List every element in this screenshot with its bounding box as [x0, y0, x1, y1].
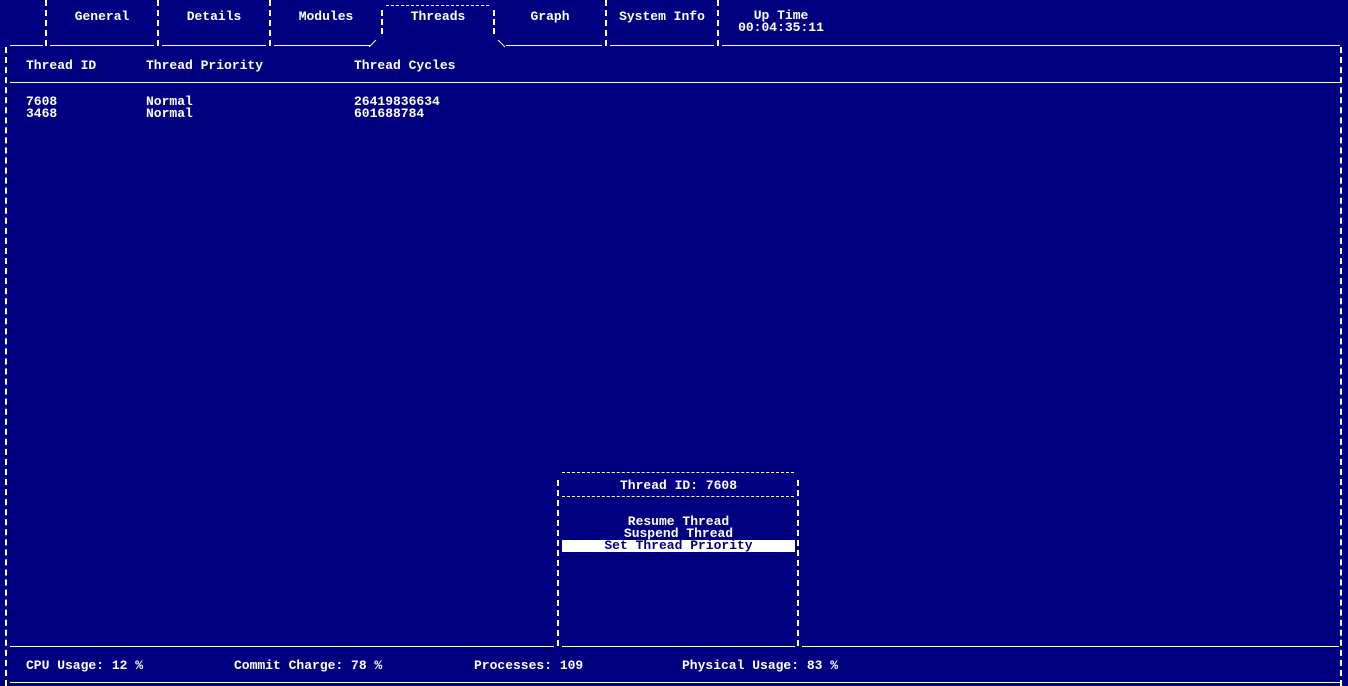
status-bottom-divider: [10, 682, 1340, 683]
tab-separator: [269, 0, 271, 46]
tab-underline: [274, 45, 370, 46]
tab-underline: [162, 45, 266, 46]
processes-status: Processes: 109: [474, 658, 584, 673]
tab-separator: [493, 10, 495, 34]
header-divider: [10, 82, 1340, 83]
status-top-divider: [10, 646, 554, 647]
tab-separator: [45, 0, 47, 46]
thread-priority-cell: Normal: [146, 106, 193, 121]
tab-graph[interactable]: Graph: [496, 10, 604, 24]
column-header-thread-cycles[interactable]: Thread Cycles: [354, 58, 455, 73]
physical-usage-status: Physical Usage: 83 %: [682, 658, 839, 673]
tab-details[interactable]: Details: [160, 10, 268, 24]
tab-separator: [157, 0, 159, 46]
tab-corner: [368, 37, 378, 48]
menu-item-set-thread-priority[interactable]: Set Thread Priority: [562, 539, 795, 552]
popup-title-divider: [562, 496, 794, 497]
uptime-value: 00:04:35:11: [738, 20, 824, 35]
tab-separator: [381, 10, 383, 34]
status-top-divider: [562, 646, 795, 647]
tab-underline: [50, 45, 154, 46]
column-header-thread-id[interactable]: Thread ID: [26, 58, 96, 73]
popup-left-border: [557, 480, 559, 646]
cpu-usage-status: CPU Usage: 12 %: [26, 658, 144, 673]
tab-separator: [605, 0, 607, 46]
popup-title: Thread ID: 7608: [619, 478, 738, 493]
column-header-thread-priority[interactable]: Thread Priority: [146, 58, 263, 73]
status-top-divider: [802, 646, 1339, 647]
active-tab-top-border: [386, 5, 489, 6]
tab-underline: [10, 45, 43, 46]
tab-separator: [717, 0, 719, 46]
tab-modules[interactable]: Modules: [272, 10, 380, 24]
tab-threads[interactable]: Threads: [384, 10, 492, 24]
tab-underline: [506, 45, 602, 46]
tab-underline: [610, 45, 714, 46]
thread-id-cell: 3468: [26, 106, 58, 121]
tab-system-info[interactable]: System Info: [608, 10, 716, 24]
popup-right-border: [797, 480, 799, 646]
uptime-display: Up Time 00:04:35:11: [722, 9, 840, 35]
popup-top-border: [562, 472, 794, 473]
commit-charge-status: Commit Charge: 78 %: [234, 658, 383, 673]
thread-cycles-cell: 601688784: [354, 106, 425, 121]
tab-underline: [722, 45, 1340, 46]
frame-right-border: [1340, 47, 1342, 686]
tab-general[interactable]: General: [48, 10, 156, 24]
frame-left-border: [5, 47, 7, 686]
